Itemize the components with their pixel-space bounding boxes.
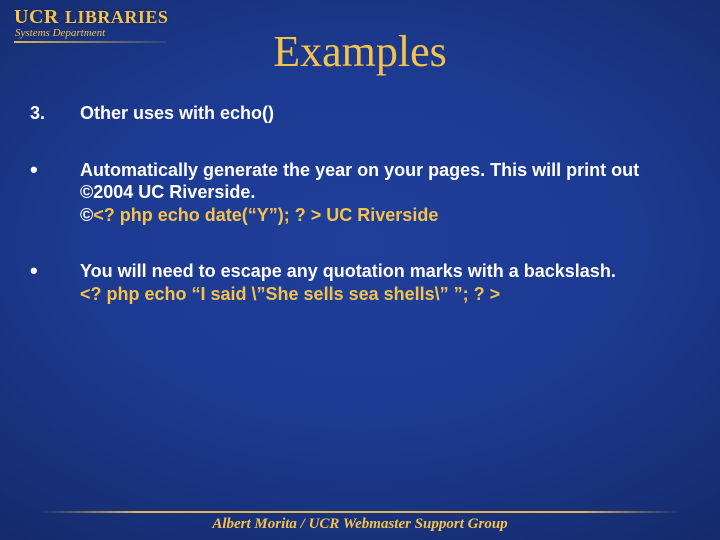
body-text: Automatically generate the year on your … bbox=[80, 160, 639, 203]
body-text: You will need to escape any quotation ma… bbox=[80, 261, 616, 281]
list-text: You will need to escape any quotation ma… bbox=[80, 260, 690, 305]
code-snippet: <? php echo “I said \”She sells sea shel… bbox=[80, 284, 500, 304]
list-text: Other uses with echo() bbox=[80, 102, 690, 125]
list-item: • Automatically generate the year on you… bbox=[30, 159, 690, 227]
footer-text: Albert Morita / UCR Webmaster Support Gr… bbox=[0, 516, 720, 540]
slide-content: 3. Other uses with echo() • Automaticall… bbox=[30, 102, 690, 339]
list-marker-bullet: • bbox=[30, 159, 80, 181]
logo-libraries-text: LIBRARIES bbox=[65, 7, 169, 28]
slide-title: Examples bbox=[0, 26, 720, 77]
slide: UCR LIBRARIES Systems Department Example… bbox=[0, 0, 720, 540]
list-text: Automatically generate the year on your … bbox=[80, 159, 690, 227]
list-item: 3. Other uses with echo() bbox=[30, 102, 690, 125]
list-marker-number: 3. bbox=[30, 102, 80, 125]
list-item: • You will need to escape any quotation … bbox=[30, 260, 690, 305]
footer-divider bbox=[40, 511, 680, 513]
code-prefix: © bbox=[80, 205, 93, 225]
list-marker-bullet: • bbox=[30, 260, 80, 282]
footer: Albert Morita / UCR Webmaster Support Gr… bbox=[0, 511, 720, 540]
code-snippet: <? php echo date(“Y”); ? > UC Riverside bbox=[93, 205, 438, 225]
